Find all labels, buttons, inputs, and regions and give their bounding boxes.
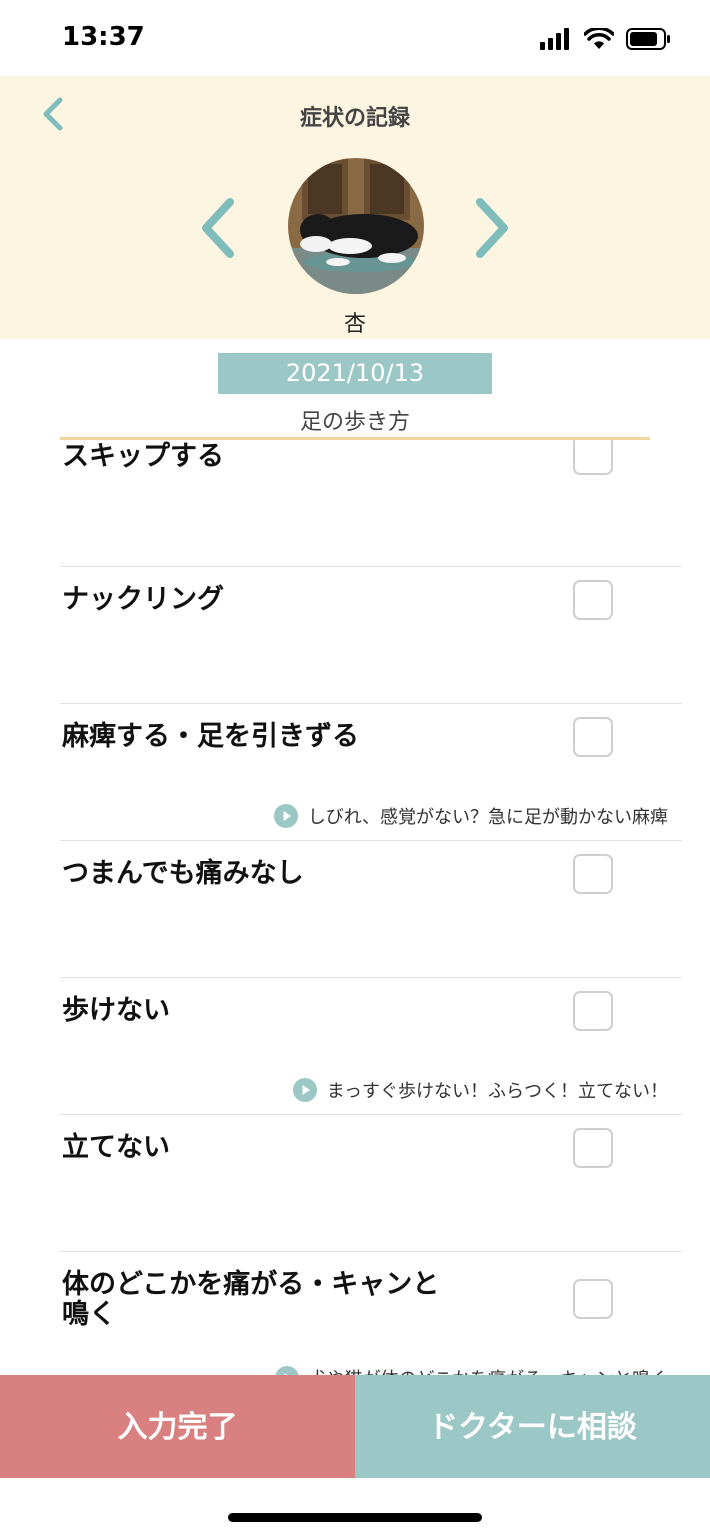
home-indicator[interactable] (228, 1513, 482, 1522)
symptom-checkbox[interactable] (573, 580, 613, 620)
symptom-label: 体のどこかを痛がる・キャンと 鳴く (62, 1269, 440, 1330)
pet-name: 杏 (343, 312, 366, 337)
symptom-item: 麻痺する・足を引きずる しびれ、感覚がない？急に足が動かない麻痺 (0, 704, 710, 841)
symptom-item: 体のどこかを痛がる・キャンと 鳴く 犬や猫が体のどこかを痛がる、キャンと鳴く (0, 1252, 710, 1375)
symptom-label: スキップする (62, 441, 224, 472)
section-title: 足の歩き方 (299, 410, 410, 435)
battery-icon (626, 28, 670, 50)
symptom-note-link[interactable]: まっすぐ歩けない！ふらつく！立てない！ (292, 1077, 668, 1103)
symptom-checkbox[interactable] (573, 854, 613, 894)
page-title: 症状の記録 (299, 106, 410, 131)
complete-input-button[interactable]: 入力完了 (0, 1375, 355, 1478)
symptom-note-text: まっすぐ歩けない！ふらつく！立てない！ (326, 1081, 668, 1102)
symptom-checkbox[interactable] (573, 991, 613, 1031)
symptom-label: つまんでも痛みなし (62, 858, 304, 889)
next-pet-chevron-icon[interactable] (468, 196, 514, 260)
symptom-note-link[interactable]: 犬や猫が体のどこかを痛がる、キャンと鳴く (274, 1365, 668, 1375)
pet-header: 症状の記録 杏 (0, 76, 710, 339)
footer-actions: 入力完了 ドクターに相談 (0, 1375, 710, 1478)
symptom-item: スキップする (0, 440, 710, 567)
status-bar: 13:37 (0, 0, 710, 76)
play-circle-icon (274, 1366, 299, 1375)
symptom-item: 立てない (0, 1115, 710, 1252)
status-time: 13:37 (62, 22, 145, 52)
symptom-label: 麻痺する・足を引きずる (62, 721, 359, 752)
symptom-label: 立てない (62, 1132, 170, 1163)
symptom-note-text: 犬や猫が体のどこかを痛がる、キャンと鳴く (309, 1365, 668, 1375)
play-circle-icon (273, 804, 298, 828)
symptom-checkbox[interactable] (573, 717, 613, 757)
symptom-item: 歩けない まっすぐ歩けない！ふらつく！立てない！ (0, 978, 710, 1115)
prev-pet-chevron-icon[interactable] (196, 196, 242, 260)
symptom-checkbox[interactable] (573, 1128, 613, 1168)
signal-icon (540, 28, 569, 50)
symptom-note-link[interactable]: しびれ、感覚がない？急に足が動かない麻痺 (273, 803, 668, 829)
status-icons (540, 26, 672, 52)
consult-doctor-button[interactable]: ドクターに相談 (355, 1375, 710, 1478)
wifi-icon (584, 28, 614, 49)
symptom-list[interactable]: スキップする ナックリング 麻痺する・足を引きずる しびれ、感覚がない？急に足が… (0, 440, 710, 1375)
symptom-checkbox[interactable] (573, 440, 613, 475)
symptom-note-text: しびれ、感覚がない？急に足が動かない麻痺 (307, 807, 668, 828)
play-circle-icon (292, 1078, 317, 1102)
pet-avatar (288, 158, 424, 294)
symptom-label: 歩けない (62, 995, 170, 1026)
symptom-item: つまんでも痛みなし (0, 841, 710, 978)
symptom-label: ナックリング (62, 584, 224, 615)
symptom-item: ナックリング (0, 567, 710, 704)
record-date[interactable]: 2021/10/13 (218, 353, 492, 394)
symptom-checkbox[interactable] (573, 1279, 613, 1319)
